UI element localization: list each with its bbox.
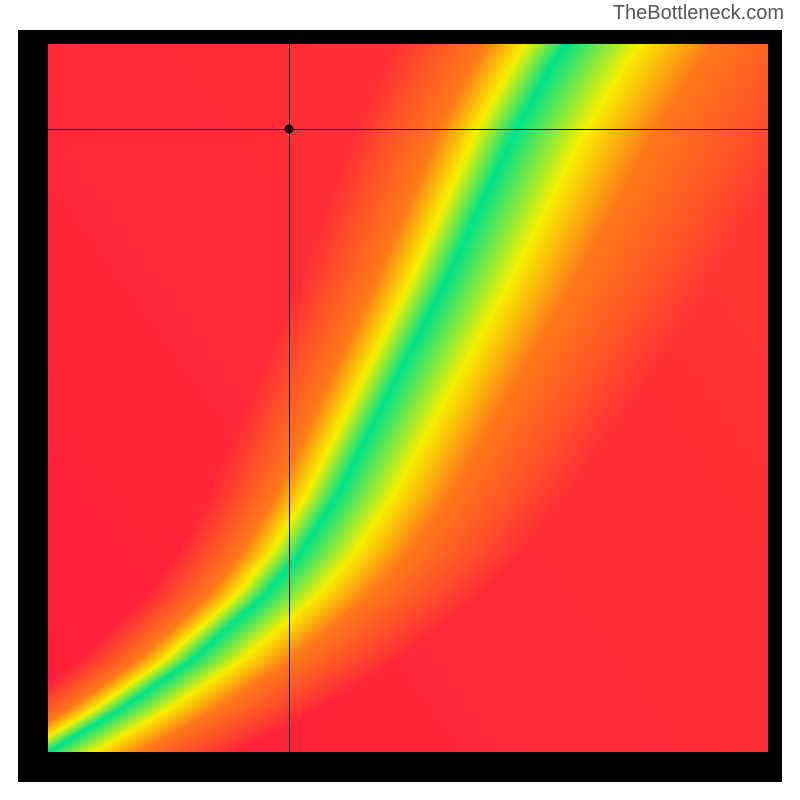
- plot-area: [48, 44, 768, 752]
- heatmap-canvas: [48, 44, 768, 752]
- plot-frame: [18, 30, 782, 782]
- attribution-text: TheBottleneck.com: [613, 2, 784, 25]
- crosshair-horizontal: [48, 129, 768, 130]
- crosshair-vertical: [289, 44, 290, 752]
- crosshair-point: [285, 124, 294, 133]
- chart-stage: TheBottleneck.com: [0, 0, 800, 800]
